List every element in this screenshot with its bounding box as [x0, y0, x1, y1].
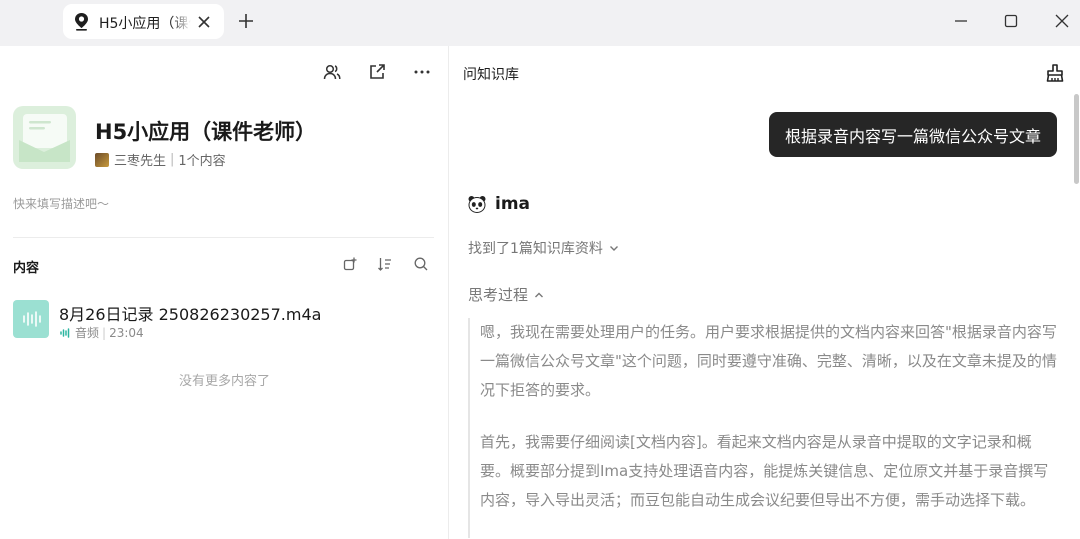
- thinking-toggle[interactable]: 思考过程: [468, 284, 545, 305]
- knowledge-base-meta: 三枣先生 | 1个内容: [95, 150, 226, 169]
- thinking-label: 思考过程: [468, 286, 529, 304]
- meta-separator: |: [170, 152, 175, 167]
- scrollbar[interactable]: [1074, 94, 1079, 184]
- assistant-name: ima: [495, 194, 531, 214]
- file-duration: 23:04: [109, 325, 144, 340]
- browser-tab[interactable]: H5小应用（课件老师）: [63, 4, 224, 39]
- chevron-up-icon: [535, 292, 544, 297]
- audio-file-thumbnail: [13, 300, 49, 338]
- tab-title: H5小应用（课件老师）: [99, 16, 191, 32]
- file-meta: 音频 | 23:04: [59, 324, 144, 341]
- plus-icon[interactable]: [237, 12, 255, 30]
- clear-chat-icon[interactable]: [1044, 62, 1066, 84]
- qa-panel: 问知识库 根据录音内容写一篇微信公众号文章 ima 找到了1篇知识库资料 思考过…: [450, 46, 1080, 539]
- assistant-header: ima: [467, 194, 530, 214]
- panda-avatar-icon: [468, 196, 486, 213]
- divider: [13, 237, 434, 238]
- search-icon[interactable]: [413, 256, 429, 272]
- thinking-paragraph: 首先，我需要仔细阅读[文档内容]。看起来文档内容是从录音中提取的文字记录和概要。…: [480, 433, 1049, 509]
- maximize-icon[interactable]: [1002, 12, 1020, 30]
- knowledge-base-cover: [13, 106, 76, 169]
- file-meta-separator: |: [102, 325, 107, 340]
- panel-title: 问知识库: [463, 67, 519, 83]
- thinking-content: 嗯，我现在需要处理用户的任务。用户要求根据提供的文档内容来回答"根据录音内容写一…: [468, 318, 1058, 538]
- content-count: 1个内容: [178, 154, 226, 169]
- members-icon[interactable]: [322, 62, 342, 82]
- add-content-icon[interactable]: [342, 256, 358, 272]
- sort-icon[interactable]: [377, 256, 393, 272]
- user-message-bubble: 根据录音内容写一篇微信公众号文章: [769, 112, 1057, 157]
- document-icon: [19, 114, 70, 162]
- chevron-down-icon: [609, 246, 618, 251]
- thinking-paragraph: 嗯，我现在需要处理用户的任务。用户要求根据提供的文档内容来回答"根据录音内容写一…: [480, 323, 1057, 399]
- description-field[interactable]: 快来填写描述吧～: [13, 195, 109, 212]
- close-icon[interactable]: [196, 14, 212, 30]
- knowledge-base-title: H5小应用（课件老师）: [95, 120, 317, 144]
- location-pin-icon: [75, 13, 88, 31]
- waveform-icon: [23, 311, 41, 327]
- avatar: [95, 152, 109, 167]
- content-section-title: 内容: [13, 261, 40, 276]
- share-icon[interactable]: [367, 62, 387, 82]
- found-sources-toggle[interactable]: 找到了1篇知识库资料: [468, 238, 620, 258]
- no-more-content: 没有更多内容了: [178, 374, 270, 389]
- minimize-icon[interactable]: [952, 12, 970, 30]
- list-item[interactable]: 8月26日记录 250826230257.m4a 音频 | 23:04: [13, 300, 434, 342]
- more-icon[interactable]: [412, 62, 432, 82]
- window-close-icon[interactable]: [1053, 12, 1071, 30]
- file-type: 音频: [75, 326, 100, 340]
- author-name[interactable]: 三枣先生: [114, 150, 166, 169]
- knowledge-base-panel: H5小应用（课件老师） 三枣先生 | 1个内容 快来填写描述吧～ 内容 8月26…: [0, 46, 449, 539]
- found-sources-text: 找到了1篇知识库资料: [468, 241, 603, 257]
- title-bar: H5小应用（课件老师）: [0, 0, 1080, 46]
- audio-icon: [60, 327, 70, 338]
- file-name: 8月26日记录 250826230257.m4a: [59, 305, 322, 324]
